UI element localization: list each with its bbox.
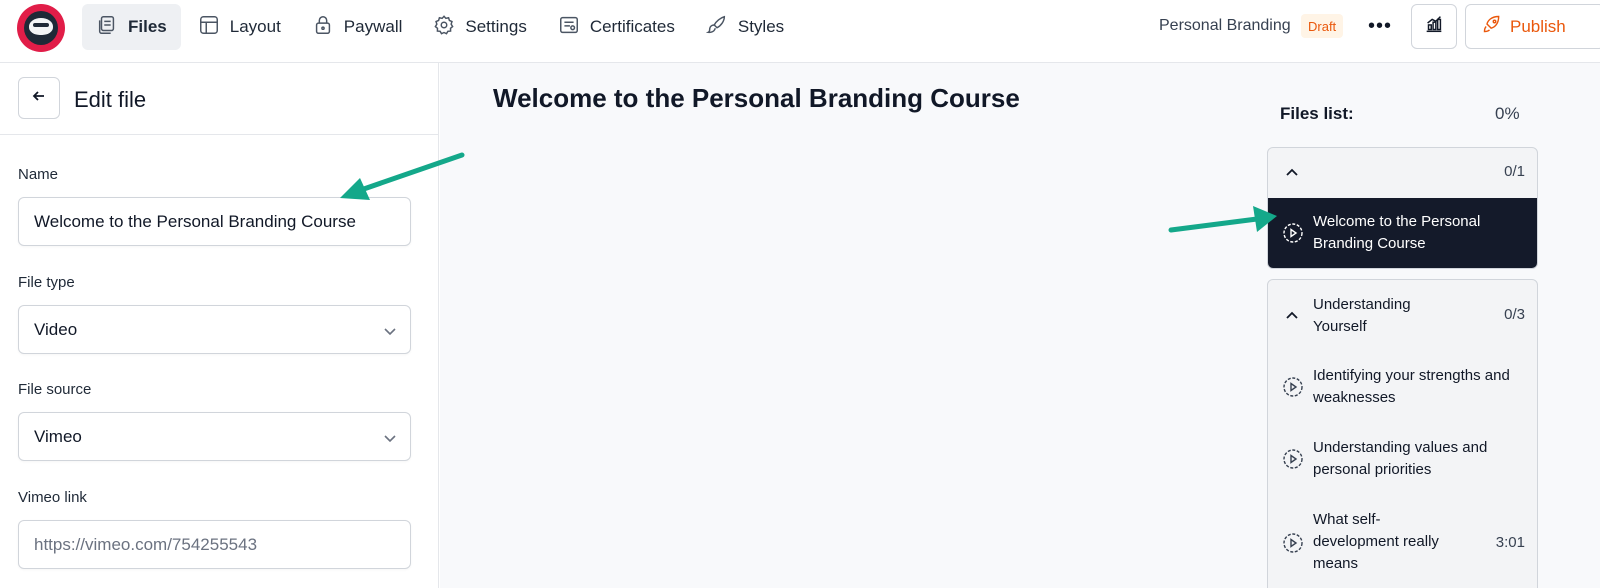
edit-file-panel: Edit file Name File type Video File sour… [0,63,439,588]
name-label: Name [18,166,59,183]
list-item[interactable]: Welcome to the Personal Branding Course [1268,198,1537,268]
group-header[interactable]: 0/1 [1268,148,1537,198]
chevron-down-icon [383,430,397,444]
list-item[interactable]: Understanding values and personal priori… [1268,424,1537,496]
logo[interactable] [17,4,65,52]
nav-layout-label: Layout [229,17,281,36]
file-source-label: File source [18,381,92,398]
annotation-arrow-icon [1168,206,1277,233]
files-list-label: Files list: [1280,104,1354,123]
list-item-title: What self-development really means [1313,511,1439,572]
main-preview: Welcome to the Personal Branding Course … [440,63,1600,588]
files-group: 0/1 Welcome to the Personal Branding Cou… [1267,147,1538,269]
lock-icon [312,14,334,41]
file-type-label: File type [18,274,75,291]
list-item[interactable]: Identifying your strengths and weaknesse… [1268,352,1537,424]
certificate-icon [558,14,580,41]
files-group: Understanding Yourself 0/3 Identifying y… [1267,279,1538,588]
play-icon [1282,222,1304,244]
file-source-select[interactable]: Vimeo [18,412,411,461]
group-header[interactable]: Understanding Yourself 0/3 [1268,280,1537,352]
layout-icon [198,14,220,41]
publish-label: Publish [1510,16,1566,36]
list-item-title: Identifying your strengths and weaknesse… [1313,367,1510,406]
files-icon [96,14,118,41]
nav-styles-label: Styles [737,17,785,36]
nav-styles[interactable]: Styles [692,4,798,50]
nav-files[interactable]: Files [82,4,181,50]
edit-file-header: Edit file [0,63,438,135]
list-item-duration: 3:01 [1495,534,1525,551]
list-item-title: Welcome to the Personal Branding Course [1313,213,1481,252]
nav-settings[interactable]: Settings [419,4,540,50]
main-nav: Files Layout Paywall Settings Certificat… [82,4,801,50]
file-type-value: Video [34,319,78,339]
file-source-value: Vimeo [34,426,82,446]
status-badge: Draft [1301,14,1344,38]
vimeo-link-input[interactable] [18,520,411,569]
sloth-logo-icon [24,11,58,45]
top-bar: Files Layout Paywall Settings Certificat… [0,0,1600,63]
play-icon [1282,448,1304,470]
course-title: Personal Branding [1159,17,1291,34]
play-icon [1282,376,1304,398]
analytics-icon [1423,13,1445,40]
nav-layout[interactable]: Layout [184,4,295,50]
list-item[interactable]: What self-development really means 3:01 [1268,496,1537,588]
files-progress: 0% [1495,104,1520,123]
back-button[interactable] [18,77,60,119]
chevron-up-icon[interactable] [1284,308,1300,324]
group-count: 0/3 [1504,306,1525,323]
analytics-button[interactable] [1411,4,1457,49]
nav-files-label: Files [128,17,167,36]
rocket-icon [1482,14,1502,39]
edit-file-title: Edit file [74,87,147,112]
vimeo-link-label: Vimeo link [18,489,87,506]
chevron-up-icon[interactable] [1284,165,1300,181]
nav-paywall-label: Paywall [343,17,403,36]
chevron-down-icon [383,323,397,337]
play-icon [1282,532,1304,554]
list-item-title: Understanding values and personal priori… [1313,439,1488,478]
nav-certificates[interactable]: Certificates [544,4,689,50]
more-options-button[interactable]: ••• [1366,12,1394,40]
brush-icon [705,14,728,41]
publish-button[interactable]: Publish [1465,4,1600,49]
page-title: Welcome to the Personal Branding Course [493,83,1020,113]
annotation-arrow-icon [340,152,465,200]
gear-icon [433,14,455,41]
nav-paywall[interactable]: Paywall [298,4,417,50]
group-title: Understanding Yourself [1313,296,1411,335]
group-count: 0/1 [1504,163,1525,180]
nav-settings-label: Settings [465,17,527,36]
file-type-select[interactable]: Video [18,305,411,354]
arrow-left-icon [31,88,47,109]
nav-certificates-label: Certificates [589,17,675,36]
